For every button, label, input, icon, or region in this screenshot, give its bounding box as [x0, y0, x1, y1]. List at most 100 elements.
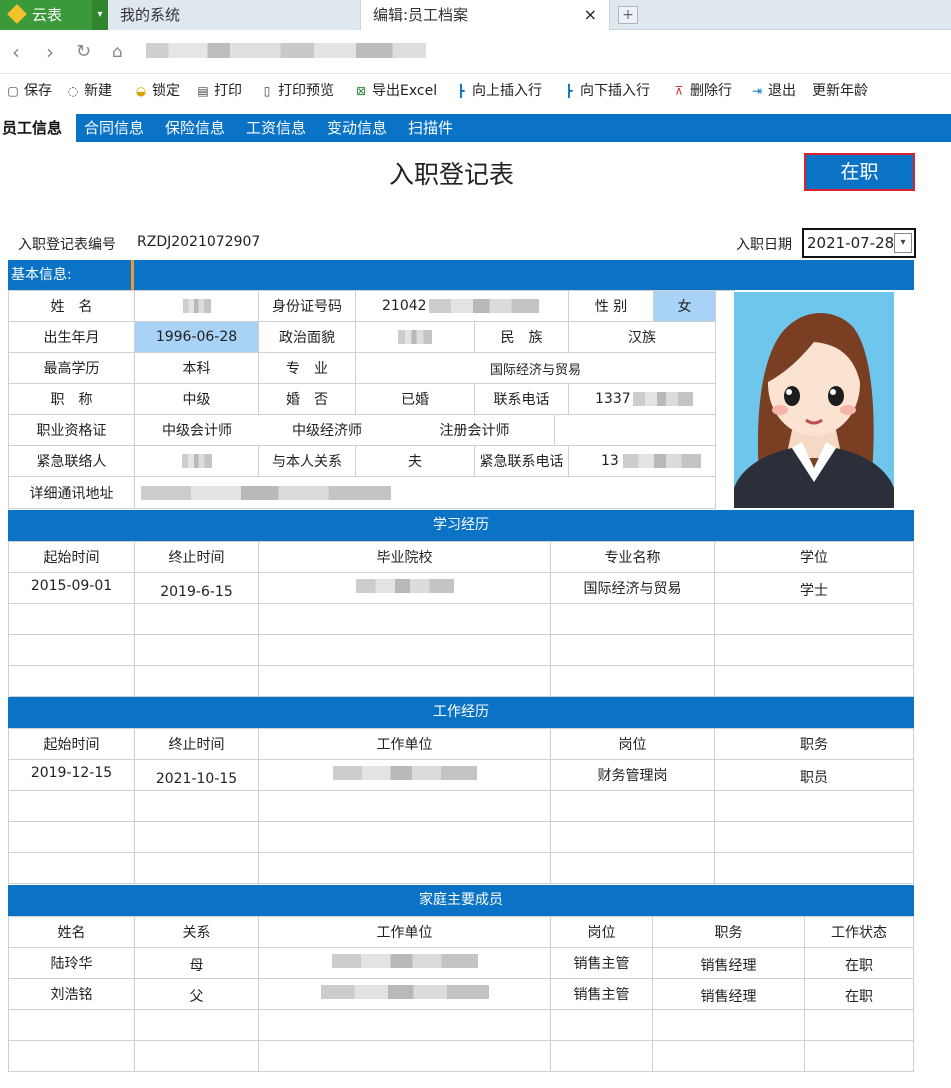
table-row-cell[interactable]: 2019-6-15 — [135, 573, 259, 604]
table-row-cell[interactable]: 职员 — [715, 760, 914, 791]
table-row-cell[interactable] — [259, 666, 551, 697]
table-row-cell[interactable]: 2015-09-01 — [9, 573, 135, 604]
close-icon[interactable]: × — [584, 0, 597, 30]
table-row-cell[interactable] — [135, 635, 259, 666]
table-row-cell[interactable] — [551, 666, 715, 697]
birth-field[interactable]: 1996-06-28 — [135, 322, 259, 353]
address-field[interactable] — [135, 477, 716, 509]
table-row-cell[interactable] — [259, 853, 551, 884]
insert-below-button[interactable]: ┣ 向下插入行 — [562, 76, 650, 106]
home-icon[interactable]: ⌂ — [112, 30, 123, 74]
gender-field[interactable]: 女 — [654, 291, 716, 322]
table-row-cell[interactable]: 在职 — [805, 979, 914, 1010]
save-button[interactable]: ▢ 保存 — [6, 76, 52, 106]
url-field[interactable] — [146, 43, 426, 58]
table-row-cell[interactable]: 财务管理岗 — [551, 760, 715, 791]
table-row-cell[interactable] — [715, 853, 914, 884]
table-row-cell[interactable] — [805, 1041, 914, 1072]
new-button[interactable]: ◌ 新建 — [66, 76, 112, 106]
entry-date-picker[interactable]: 2021-07-28 ▾ — [802, 228, 916, 258]
table-row-cell[interactable] — [259, 760, 551, 791]
tab-salary-info[interactable]: 工资信息 — [246, 114, 306, 142]
cert-4[interactable] — [555, 415, 716, 446]
table-row-cell[interactable] — [9, 791, 135, 822]
table-row-cell[interactable] — [9, 853, 135, 884]
table-row-cell[interactable] — [715, 604, 914, 635]
table-row-cell[interactable] — [9, 635, 135, 666]
chevron-down-icon[interactable]: ▾ — [894, 233, 912, 253]
cert-1[interactable]: 中级会计师 — [135, 415, 259, 446]
tab-scans[interactable]: 扫描件 — [408, 114, 453, 142]
table-row-cell[interactable] — [259, 635, 551, 666]
phone-field[interactable]: 1337 — [569, 384, 716, 415]
table-row-cell[interactable] — [259, 1010, 551, 1041]
table-row-cell[interactable] — [551, 1010, 653, 1041]
table-row-cell[interactable] — [259, 573, 551, 604]
table-row-cell[interactable]: 刘浩铭 — [9, 979, 135, 1010]
table-row-cell[interactable] — [135, 822, 259, 853]
lock-button[interactable]: ◒ 锁定 — [134, 76, 180, 106]
tab-change-info[interactable]: 变动信息 — [327, 114, 387, 142]
export-excel-button[interactable]: ⊠ 导出Excel — [354, 76, 437, 106]
delete-row-button[interactable]: ⊼ 删除行 — [672, 76, 732, 106]
table-row-cell[interactable] — [259, 979, 551, 1010]
table-row-cell[interactable]: 销售主管 — [551, 979, 653, 1010]
table-row-cell[interactable] — [715, 635, 914, 666]
brand-menu-chevron-icon[interactable]: ▾ — [92, 0, 108, 30]
employee-photo[interactable] — [734, 292, 894, 508]
table-row-cell[interactable] — [805, 1010, 914, 1041]
table-row-cell[interactable] — [551, 604, 715, 635]
table-row-cell[interactable]: 陆玲华 — [9, 948, 135, 979]
back-icon[interactable]: ‹ — [12, 30, 20, 74]
table-row-cell[interactable]: 销售经理 — [653, 979, 805, 1010]
table-row-cell[interactable] — [259, 1041, 551, 1072]
cert-3[interactable]: 注册会计师 — [395, 415, 555, 446]
table-row-cell[interactable] — [715, 791, 914, 822]
table-row-cell[interactable]: 国际经济与贸易 — [551, 573, 715, 604]
update-age-button[interactable]: 更新年龄 — [812, 76, 868, 106]
table-row-cell[interactable]: 销售主管 — [551, 948, 653, 979]
table-row-cell[interactable] — [653, 1010, 805, 1041]
table-row-cell[interactable] — [551, 635, 715, 666]
tab-contract-info[interactable]: 合同信息 — [84, 114, 144, 142]
table-row-cell[interactable] — [135, 791, 259, 822]
table-row-cell[interactable] — [259, 791, 551, 822]
education-field[interactable]: 本科 — [135, 353, 259, 384]
table-row-cell[interactable] — [653, 1041, 805, 1072]
table-row-cell[interactable] — [9, 1010, 135, 1041]
table-row-cell[interactable] — [9, 604, 135, 635]
table-row-cell[interactable] — [715, 822, 914, 853]
relation-field[interactable]: 夫 — [356, 446, 475, 477]
id-field[interactable]: 21042 — [356, 291, 569, 322]
cert-2[interactable]: 中级经济师 — [259, 415, 395, 446]
ethnic-field[interactable]: 汉族 — [569, 322, 716, 353]
table-row-cell[interactable] — [135, 853, 259, 884]
emergency-phone-field[interactable]: 13 — [569, 446, 716, 477]
new-tab-icon[interactable]: + — [618, 6, 638, 24]
table-row-cell[interactable] — [259, 822, 551, 853]
title-field[interactable]: 中级 — [135, 384, 259, 415]
print-button[interactable]: ▤ 打印 — [196, 76, 242, 106]
table-row-cell[interactable] — [135, 666, 259, 697]
table-row-cell[interactable] — [135, 1010, 259, 1041]
table-row-cell[interactable]: 在职 — [805, 948, 914, 979]
table-row-cell[interactable]: 2019-12-15 — [9, 760, 135, 791]
emergency-contact-field[interactable] — [135, 446, 259, 477]
table-row-cell[interactable] — [551, 791, 715, 822]
table-row-cell[interactable]: 父 — [135, 979, 259, 1010]
table-row-cell[interactable] — [551, 853, 715, 884]
tab-employee-archive[interactable]: 编辑:员工档案 × — [360, 0, 610, 30]
marriage-field[interactable]: 已婚 — [356, 384, 475, 415]
table-row-cell[interactable] — [551, 822, 715, 853]
table-row-cell[interactable] — [259, 948, 551, 979]
table-row-cell[interactable]: 学士 — [715, 573, 914, 604]
forward-icon[interactable]: › — [46, 30, 54, 74]
table-row-cell[interactable] — [551, 1041, 653, 1072]
name-field[interactable] — [135, 291, 259, 322]
table-row-cell[interactable] — [9, 1041, 135, 1072]
table-row-cell[interactable]: 销售经理 — [653, 948, 805, 979]
table-row-cell[interactable]: 2021-10-15 — [135, 760, 259, 791]
status-button[interactable]: 在职 — [804, 153, 915, 191]
insert-above-button[interactable]: ┣ 向上插入行 — [454, 76, 542, 106]
table-row-cell[interactable] — [9, 822, 135, 853]
